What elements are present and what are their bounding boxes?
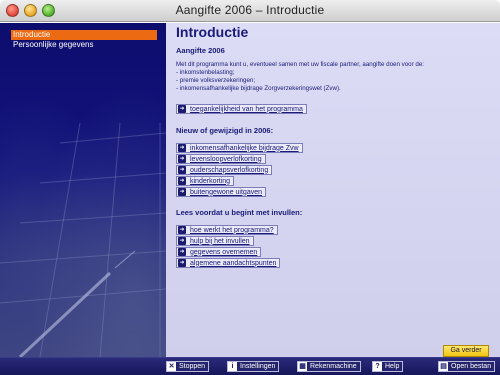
info-icon: i <box>228 362 237 371</box>
app-window: Aangifte 2006 – Introductie Introductie <box>0 0 500 375</box>
settings-button-label: Instellingen <box>240 363 276 370</box>
link-label: ouderschapsverlofkorting <box>190 166 269 174</box>
arrow-right-icon: ➜ <box>178 177 186 185</box>
link-kinderkorting[interactable]: ➜ kinderkorting <box>176 176 235 186</box>
arrow-right-icon: ➜ <box>178 144 186 152</box>
open-file-button-label: Open bestan <box>451 363 492 370</box>
link-label: buitengewone uitgaven <box>190 188 263 196</box>
window-title: Aangifte 2006 – Introductie <box>175 3 325 17</box>
sidebar: Introductie Persoonlijke gegevens <box>0 23 166 357</box>
arrow-right-icon: ➜ <box>178 248 186 256</box>
link-inkomensafhankelijke-bijdrage[interactable]: ➜ inkomensafhankelijke bijdrage Zvw <box>176 143 303 153</box>
bottom-toolbar: ✕ Stoppen i Instellingen ▦ Rekenmachine … <box>0 357 500 375</box>
link-label: inkomensafhankelijke bijdrage Zvw <box>190 144 299 152</box>
link-label: levensloopverlofkorting <box>190 155 262 163</box>
link-toegankelijkheid[interactable]: ➜ toegankelijkheid van het programma <box>176 104 307 114</box>
folder-icon: ▤ <box>439 362 448 371</box>
settings-button[interactable]: i Instellingen <box>227 361 280 372</box>
page-subtitle: Aangifte 2006 <box>176 46 225 55</box>
link-algemene-aandachtspunten[interactable]: ➜ algemene aandachtspunten <box>176 258 281 268</box>
link-gegevens-overnemen[interactable]: ➜ gegevens overnemen <box>176 247 262 257</box>
link-label: toegankelijkheid van het programma <box>190 105 303 113</box>
help-button[interactable]: ? Help <box>372 361 404 372</box>
intro-line: - premie volksverzekeringen; <box>176 77 256 84</box>
sidebar-background-art <box>0 122 166 357</box>
arrow-right-icon: ➜ <box>178 226 186 234</box>
intro-line: - inkomstenbelasting; <box>176 69 235 76</box>
arrow-right-icon: ➜ <box>178 259 186 267</box>
intro-text: Met dit programma kunt u, eventueel same… <box>176 61 494 93</box>
arrow-right-icon: ➜ <box>178 237 186 245</box>
help-button-label: Help <box>385 363 400 370</box>
calculator-button-label: Rekenmachine <box>310 363 357 370</box>
arrow-right-icon: ➜ <box>178 166 186 174</box>
open-file-button[interactable]: ▤ Open bestan <box>438 361 496 372</box>
intro-line: - inkomensafhankelijke bijdrage Zorgverz… <box>176 85 341 92</box>
sidebar-item-persoonlijke-gegevens[interactable]: Persoonlijke gegevens <box>11 40 157 50</box>
sidebar-item-introductie[interactable]: Introductie <box>11 30 157 40</box>
link-ouderschapsverlofkorting[interactable]: ➜ ouderschapsverlofkorting <box>176 165 273 175</box>
arrow-right-icon: ➜ <box>178 155 186 163</box>
arrow-right-icon: ➜ <box>178 188 186 196</box>
link-label: algemene aandachtspunten <box>190 259 277 267</box>
calculator-button[interactable]: ▦ Rekenmachine <box>297 361 361 372</box>
stop-button[interactable]: ✕ Stoppen <box>166 361 210 372</box>
section-title-read-first: Lees voordat u begint met invullen: <box>176 208 303 217</box>
link-buitengewone-uitgaven[interactable]: ➜ buitengewone uitgaven <box>176 187 267 197</box>
link-label: kinderkorting <box>190 177 231 185</box>
link-hulp-bij-het-invullen[interactable]: ➜ hulp bij het invullen <box>176 236 254 246</box>
page-title: Introductie <box>176 24 249 40</box>
title-bar[interactable]: Aangifte 2006 – Introductie <box>0 0 500 22</box>
main-panel: Introductie Aangifte 2006 Met dit progra… <box>166 23 500 357</box>
calculator-icon: ▦ <box>298 362 307 371</box>
intro-line: Met dit programma kunt u, eventueel same… <box>176 61 424 68</box>
help-icon: ? <box>373 362 382 371</box>
link-levensloopverlofkorting[interactable]: ➜ levensloopverlofkorting <box>176 154 266 164</box>
arrow-right-icon: ➜ <box>178 105 186 113</box>
link-label: hoe werkt het programma? <box>190 226 274 234</box>
link-label: gegevens overnemen <box>190 248 258 256</box>
link-label: hulp bij het invullen <box>190 237 250 245</box>
next-button[interactable]: Ga verder <box>443 345 489 357</box>
section-title-new: Nieuw of gewijzigd in 2006: <box>176 126 274 135</box>
stop-button-label: Stoppen <box>179 363 206 370</box>
x-icon: ✕ <box>167 362 176 371</box>
link-hoe-werkt-het-programma[interactable]: ➜ hoe werkt het programma? <box>176 225 278 235</box>
